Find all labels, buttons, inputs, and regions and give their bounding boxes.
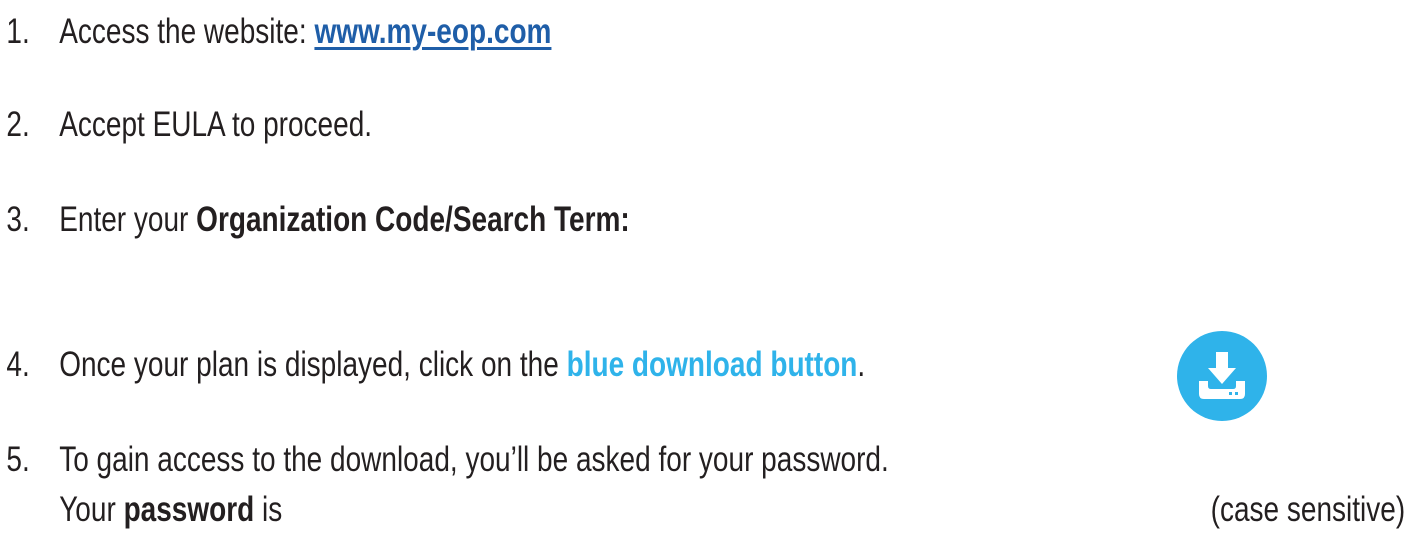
step-number: 2. xyxy=(6,105,30,144)
case-sensitive-note: (case sensitive) xyxy=(1210,490,1405,529)
password-line: Your password is xyxy=(59,490,283,529)
step-number: 3. xyxy=(6,200,30,239)
download-icon xyxy=(1199,352,1245,399)
password-label: password xyxy=(123,490,255,529)
step-number: 1. xyxy=(6,12,30,51)
download-button[interactable] xyxy=(1177,331,1267,421)
step-number: 5. xyxy=(6,440,30,479)
step-text: Accept EULA to proceed. xyxy=(59,105,373,144)
step-number: 4. xyxy=(6,345,30,384)
step-text: Once your plan is displayed, click on th… xyxy=(59,345,866,384)
step-text: Enter your Organization Code/Search Term… xyxy=(59,200,630,239)
download-button-label: blue download button xyxy=(566,345,858,384)
step-text: Access the website: www.my-eop.com xyxy=(59,12,552,51)
step-text: To gain access to the download, you’ll b… xyxy=(59,440,889,479)
organization-code-label: Organization Code/Search Term: xyxy=(196,200,630,239)
website-link[interactable]: www.my-eop.com xyxy=(314,12,551,51)
